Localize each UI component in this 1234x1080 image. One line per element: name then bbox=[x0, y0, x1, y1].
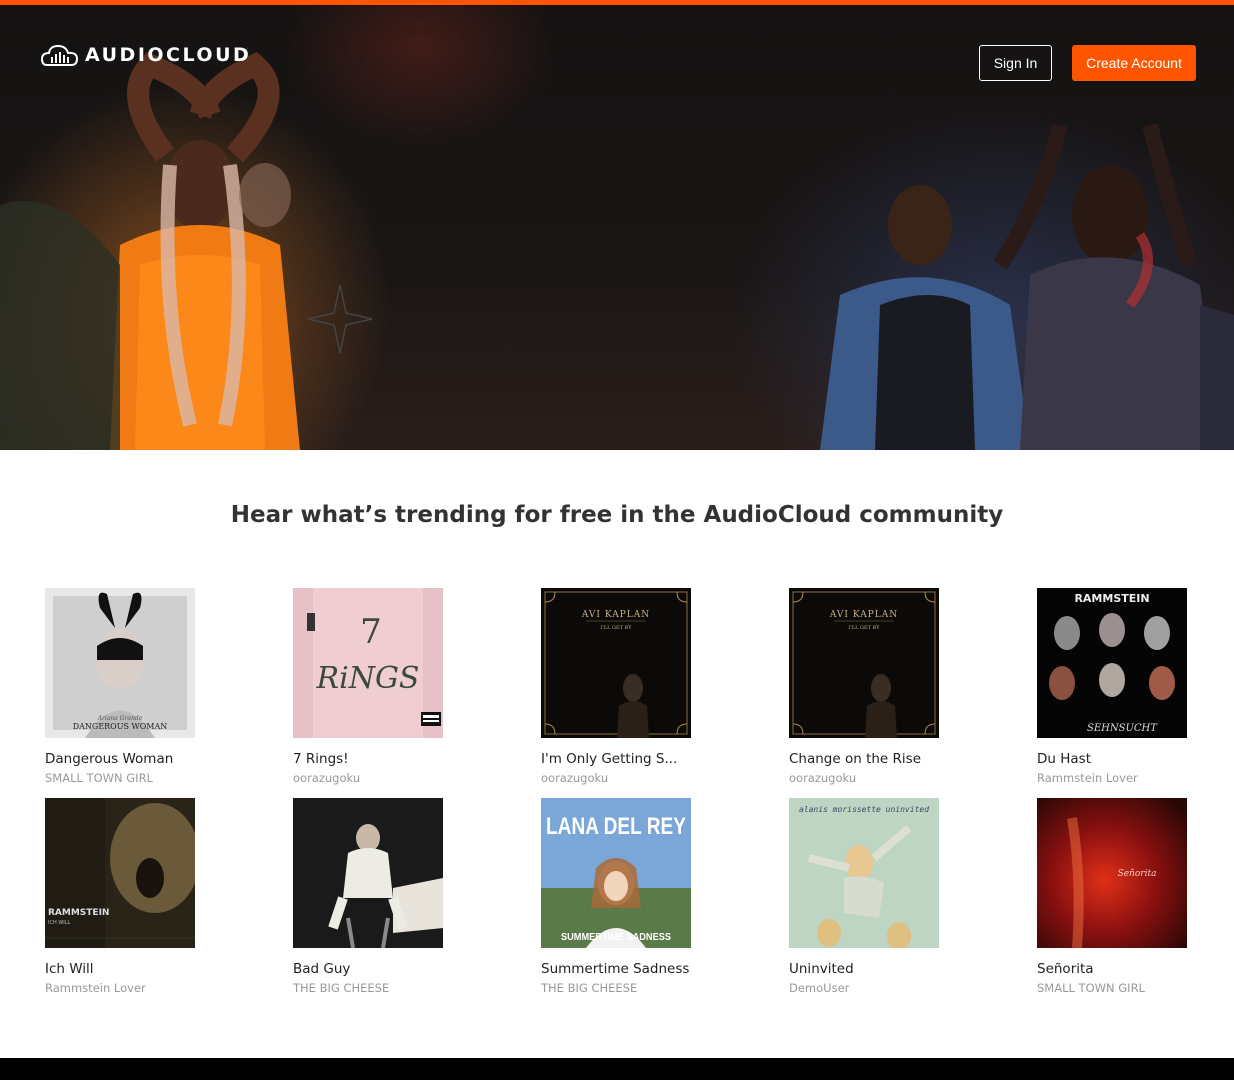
track-user[interactable]: THE BIG CHEESE bbox=[541, 981, 701, 995]
album-art: LANA DEL REY SUMMERTIME SADNESS bbox=[541, 798, 691, 948]
album-art: RAMMSTEIN SEHNSUCHT bbox=[1037, 588, 1187, 738]
track-user[interactable]: oorazugoku bbox=[293, 771, 453, 785]
track-cover[interactable]: RAMMSTEIN ICH WILL bbox=[45, 798, 195, 948]
track-card: Señorita Señorita SMALL TOWN GIRL bbox=[1037, 798, 1197, 995]
track-user[interactable]: oorazugoku bbox=[789, 771, 949, 785]
track-cover[interactable]: RAMMSTEIN SEHNSUCHT bbox=[1037, 588, 1187, 738]
track-user[interactable]: Rammstein Lover bbox=[45, 981, 205, 995]
track-cover[interactable]: DANGEROUS WOMAN Ariana Grande bbox=[45, 588, 195, 738]
track-card: alanis morissette uninvited Uninvited De… bbox=[789, 798, 949, 995]
album-art: RAMMSTEIN ICH WILL bbox=[45, 798, 195, 948]
cover-title-text: ICH WILL bbox=[48, 920, 71, 926]
track-title[interactable]: Summertime Sadness bbox=[541, 961, 711, 977]
svg-text:7: 7 bbox=[360, 612, 382, 652]
cover-title-text: I'LL GET BY bbox=[848, 625, 880, 631]
track-title[interactable]: I'm Only Getting S... bbox=[541, 751, 711, 767]
album-art: DANGEROUS WOMAN Ariana Grande bbox=[45, 588, 195, 738]
track-card: DANGEROUS WOMAN Ariana Grande Dangerous … bbox=[45, 588, 205, 785]
album-art: Señorita bbox=[1037, 798, 1187, 948]
track-title[interactable]: Dangerous Woman bbox=[45, 751, 215, 767]
track-card: AVI KAPLAN I'LL GET BY Change on the Ris… bbox=[789, 588, 949, 785]
brand-logo[interactable]: AUDIOCLOUD bbox=[41, 43, 251, 67]
cover-title-text: SUMMERTIME SADNESS bbox=[561, 932, 671, 943]
track-cover[interactable]: AVI KAPLAN I'LL GET BY bbox=[789, 588, 939, 738]
track-title[interactable]: Du Hast bbox=[1037, 751, 1207, 767]
hero-banner: AUDIOCLOUD Sign In Create Account bbox=[0, 5, 1234, 450]
track-cover[interactable] bbox=[293, 798, 443, 948]
cover-artist-text: AVI KAPLAN bbox=[581, 610, 650, 620]
track-card: LANA DEL REY SUMMERTIME SADNESS Summerti… bbox=[541, 798, 701, 995]
cover-title-text: I'LL GET BY bbox=[600, 625, 632, 631]
svg-text:RiNGS: RiNGS bbox=[316, 661, 420, 696]
cover-artist-text: LANA DEL REY bbox=[546, 813, 686, 840]
track-title[interactable]: Ich Will bbox=[45, 961, 215, 977]
cloud-logo-icon bbox=[41, 44, 79, 66]
track-cover[interactable]: alanis morissette uninvited bbox=[789, 798, 939, 948]
track-cover[interactable]: 7 RiNGS bbox=[293, 588, 443, 738]
track-title[interactable]: Señorita bbox=[1037, 961, 1207, 977]
trending-headline: Hear what’s trending for free in the Aud… bbox=[230, 502, 1004, 528]
cover-title-text: Señorita bbox=[1118, 869, 1157, 879]
album-art: AVI KAPLAN I'LL GET BY bbox=[789, 588, 939, 738]
track-card: Bad Guy THE BIG CHEESE bbox=[293, 798, 453, 995]
track-title[interactable]: Uninvited bbox=[789, 961, 959, 977]
album-art: AVI KAPLAN I'LL GET BY bbox=[541, 588, 691, 738]
track-card: 7 RiNGS 7 Rings! oorazugoku bbox=[293, 588, 453, 785]
track-user[interactable]: SMALL TOWN GIRL bbox=[1037, 981, 1197, 995]
album-art: 7 RiNGS bbox=[293, 588, 443, 738]
create-account-button[interactable]: Create Account bbox=[1072, 45, 1196, 81]
track-title[interactable]: 7 Rings! bbox=[293, 751, 463, 767]
track-user[interactable]: SMALL TOWN GIRL bbox=[45, 771, 205, 785]
track-cover[interactable]: AVI KAPLAN I'LL GET BY bbox=[541, 588, 691, 738]
track-title[interactable]: Change on the Rise bbox=[789, 751, 959, 767]
track-title[interactable]: Bad Guy bbox=[293, 961, 463, 977]
track-user[interactable]: DemoUser bbox=[789, 981, 949, 995]
footer-bar bbox=[0, 1058, 1234, 1080]
cover-artist-text: AVI KAPLAN bbox=[829, 610, 898, 620]
track-user[interactable]: Rammstein Lover bbox=[1037, 771, 1197, 785]
track-user[interactable]: THE BIG CHEESE bbox=[293, 981, 453, 995]
cover-title-text: alanis morissette uninvited bbox=[799, 805, 929, 814]
sign-in-button[interactable]: Sign In bbox=[979, 45, 1052, 81]
track-card: RAMMSTEIN SEHNSUCHT Du Hast Rammstein Lo… bbox=[1037, 588, 1197, 785]
cover-artist-text: RAMMSTEIN bbox=[1074, 592, 1149, 605]
album-art bbox=[293, 798, 443, 948]
album-art: alanis morissette uninvited bbox=[789, 798, 939, 948]
brand-name: AUDIOCLOUD bbox=[85, 44, 252, 66]
track-cover[interactable]: LANA DEL REY SUMMERTIME SADNESS bbox=[541, 798, 691, 948]
cover-artist-text: RAMMSTEIN bbox=[48, 908, 109, 918]
track-card: AVI KAPLAN I'LL GET BY I'm Only Getting … bbox=[541, 588, 701, 785]
cover-title-text: DANGEROUS WOMAN bbox=[73, 722, 168, 731]
track-user[interactable]: oorazugoku bbox=[541, 771, 701, 785]
track-cover[interactable]: Señorita bbox=[1037, 798, 1187, 948]
cover-title-text: SEHNSUCHT bbox=[1087, 723, 1158, 734]
track-card: RAMMSTEIN ICH WILL Ich Will Rammstein Lo… bbox=[45, 798, 205, 995]
cover-artist-text: Ariana Grande bbox=[97, 715, 143, 722]
